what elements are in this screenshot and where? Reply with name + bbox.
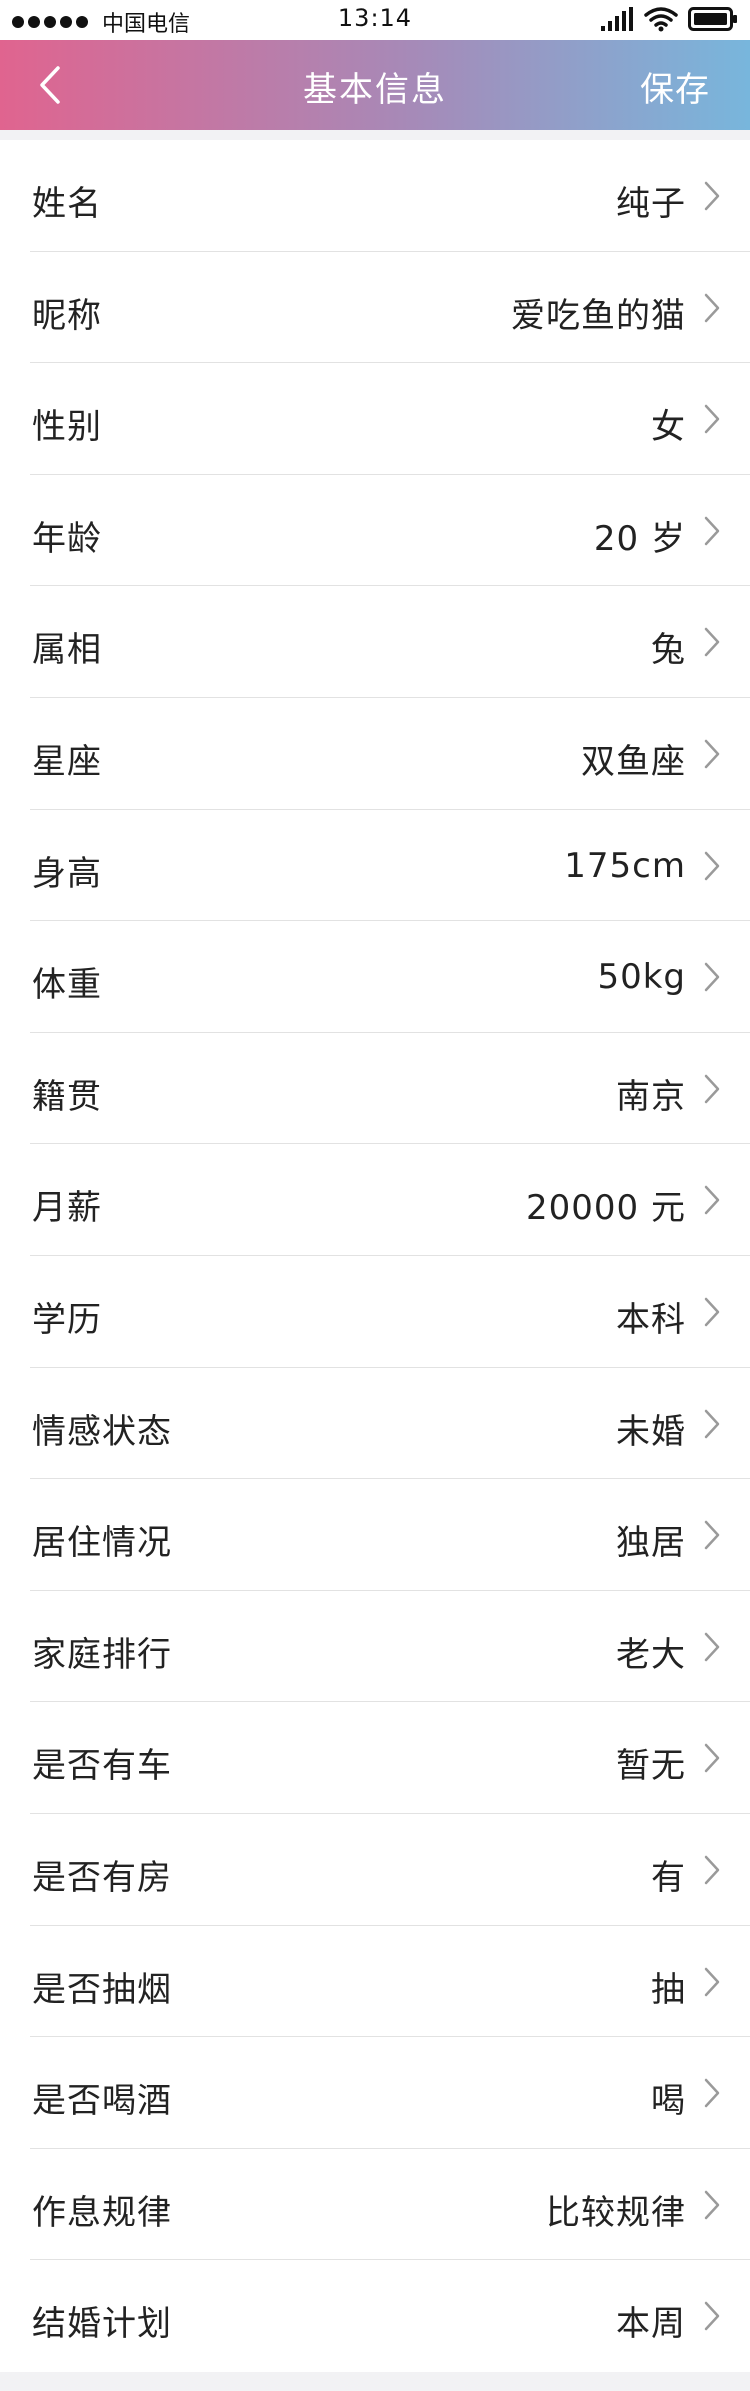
chevron-right-icon xyxy=(704,2190,720,2219)
info-row[interactable]: 月薪 20000 元 xyxy=(30,1144,750,1256)
chevron-right-icon xyxy=(704,1520,720,1550)
info-row[interactable]: 是否有房 有 xyxy=(30,1814,750,1926)
info-row[interactable]: 体重 50kg xyxy=(30,921,750,1033)
row-value: 抽 xyxy=(651,1969,686,2010)
chevron-right-icon xyxy=(704,962,720,992)
chevron-right-icon xyxy=(704,1297,720,1327)
save-button[interactable]: 保存 xyxy=(640,62,710,111)
chevron-right-icon xyxy=(704,404,720,434)
cellular-bars-icon xyxy=(601,7,633,31)
chevron-right-icon xyxy=(704,739,720,769)
chevron-right-icon xyxy=(704,628,720,657)
chevron-right-icon xyxy=(704,1744,720,1773)
info-row[interactable]: 家庭排行 老大 xyxy=(30,1591,750,1703)
info-row[interactable]: 情感状态 未婚 xyxy=(30,1368,750,1480)
row-value: 兔 xyxy=(651,630,686,671)
row-label: 籍贯 xyxy=(32,1076,102,1117)
info-row[interactable]: 身高 175cm xyxy=(30,810,750,922)
info-row[interactable]: 是否有车 暂无 xyxy=(30,1702,750,1814)
row-label: 属相 xyxy=(32,630,102,671)
chevron-right-icon xyxy=(704,1186,720,1215)
info-row[interactable]: 星座 双鱼座 xyxy=(30,698,750,810)
chevron-right-icon xyxy=(704,1074,720,1103)
info-row[interactable]: 昵称 爱吃鱼的猫 xyxy=(30,252,750,364)
row-value: 比较规律 xyxy=(546,2192,686,2233)
row-value: 纯子 xyxy=(616,184,686,224)
row-value: 本科 xyxy=(616,1299,686,1340)
info-row[interactable]: 作息规律 比较规律 xyxy=(30,2149,750,2261)
row-label: 体重 xyxy=(32,965,102,1006)
page-title: 基本信息 xyxy=(303,70,447,110)
row-label: 月薪 xyxy=(32,1188,102,1229)
battery-icon xyxy=(688,7,737,31)
nav-bar: 基本信息 保存 xyxy=(0,40,750,130)
chevron-right-icon xyxy=(704,2078,720,2108)
chevron-right-icon xyxy=(704,1855,720,1885)
info-row[interactable]: 是否喝酒 喝 xyxy=(30,2037,750,2149)
basic-info-list: 姓名 纯子昵称 爱吃鱼的猫性别 女年龄 20 岁属相 兔星座 双鱼座身高 175cm 体重 50k… xyxy=(0,140,750,2372)
row-label: 年龄 xyxy=(32,518,102,559)
row-label: 姓名 xyxy=(32,184,102,224)
row-value: 本周 xyxy=(616,2304,686,2345)
wifi-icon xyxy=(644,7,678,32)
row-value: 南京 xyxy=(616,1076,686,1117)
basic-info-screen: 中国电信 13:14 基本信息 保存 姓名 纯子 昵称 爱吃鱼的猫 性别 女 年… xyxy=(0,0,750,2391)
row-label: 结婚计划 xyxy=(32,2304,172,2345)
row-label: 身高 xyxy=(32,853,102,894)
row-value: 老大 xyxy=(616,1634,686,1675)
chevron-right-icon xyxy=(704,1632,720,1661)
row-value: 独居 xyxy=(616,1523,686,1564)
status-right xyxy=(600,6,738,32)
row-value: 20 岁 xyxy=(593,518,686,559)
chevron-right-icon xyxy=(704,1409,720,1438)
row-value: 双鱼座 xyxy=(581,741,686,782)
row-label: 居住情况 xyxy=(32,1523,172,1564)
row-value: 暂无 xyxy=(616,1746,686,1787)
row-value: 有 xyxy=(651,1857,686,1898)
info-row[interactable]: 年龄 20 岁 xyxy=(30,475,750,587)
info-row[interactable]: 姓名 纯子 xyxy=(30,140,750,252)
row-label: 性别 xyxy=(32,407,102,448)
row-label: 是否抽烟 xyxy=(32,1969,172,2010)
row-label: 昵称 xyxy=(32,295,102,336)
chevron-right-icon xyxy=(704,181,720,211)
row-value: 女 xyxy=(651,407,686,448)
info-row[interactable]: 居住情况 独居 xyxy=(30,1479,750,1591)
row-label: 学历 xyxy=(32,1299,102,1340)
row-value: 喝 xyxy=(651,2081,686,2122)
status-bar: 中国电信 13:14 xyxy=(0,0,750,40)
info-row[interactable]: 性别 女 xyxy=(30,363,750,475)
row-value: 爱吃鱼的猫 xyxy=(511,295,686,336)
row-label: 是否喝酒 xyxy=(32,2081,172,2122)
row-label: 作息规律 xyxy=(32,2192,172,2233)
chevron-right-icon xyxy=(704,293,720,322)
row-value: 175cm xyxy=(564,845,686,886)
info-row[interactable]: 结婚计划 本周 xyxy=(30,2260,750,2372)
row-label: 是否有房 xyxy=(32,1857,172,1898)
row-value: 50kg xyxy=(597,957,686,998)
info-row[interactable]: 是否抽烟 抽 xyxy=(30,1926,750,2038)
row-label: 是否有车 xyxy=(32,1746,172,1787)
row-value: 未婚 xyxy=(616,1411,686,1452)
chevron-right-icon xyxy=(704,851,720,880)
row-label: 家庭排行 xyxy=(32,1634,172,1675)
chevron-right-icon xyxy=(704,1967,720,1996)
row-value: 20000 元 xyxy=(526,1188,686,1229)
info-row[interactable]: 属相 兔 xyxy=(30,586,750,698)
chevron-right-icon xyxy=(704,516,720,546)
info-row[interactable]: 籍贯 南京 xyxy=(30,1033,750,1145)
info-row[interactable]: 学历 本科 xyxy=(30,1256,750,1368)
chevron-right-icon xyxy=(704,2302,720,2331)
row-label: 星座 xyxy=(32,741,102,782)
row-label: 情感状态 xyxy=(32,1411,172,1452)
